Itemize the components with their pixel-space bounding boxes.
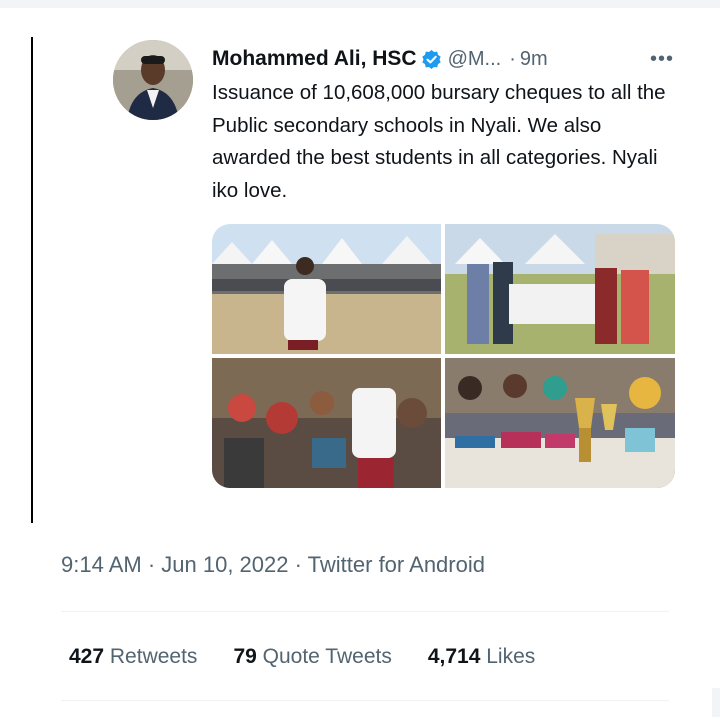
tweet-metadata: 9:14 AM · Jun 10, 2022 · Twitter for And… <box>61 552 485 578</box>
retweets-label: Retweets <box>109 645 198 668</box>
retweets-stat[interactable]: 427 Retweets <box>69 645 197 669</box>
tweet-text: Issuance of 10,608,000 bursary cheques t… <box>212 81 666 202</box>
tweet-header: Mohammed Ali, HSC @M... · 9m <box>212 44 548 74</box>
meta-separator: · <box>288 552 308 577</box>
header-separator: · <box>509 47 516 70</box>
author-name[interactable]: Mohammed Ali, HSC <box>212 47 417 71</box>
meta-separator: · <box>141 552 162 577</box>
likes-label: Likes <box>486 645 536 668</box>
avatar[interactable] <box>113 40 193 120</box>
tweet-date[interactable]: Jun 10, 2022 <box>161 552 288 577</box>
retweets-count: 427 <box>69 645 105 668</box>
quote-tweets-stat[interactable]: 79 Quote Tweets <box>233 645 391 669</box>
top-band <box>0 0 720 8</box>
tweet-media-grid[interactable] <box>212 224 675 488</box>
photo-2[interactable] <box>445 224 675 354</box>
tweet-timestamp[interactable]: 9:14 AM <box>61 552 142 577</box>
corner-band <box>712 688 720 717</box>
author-handle[interactable]: @M... <box>448 48 502 71</box>
photo-1[interactable] <box>212 224 441 354</box>
quote-tweets-count: 79 <box>233 645 257 668</box>
photo-4[interactable] <box>445 358 675 488</box>
tweet-source[interactable]: Twitter for Android <box>308 552 485 577</box>
thread-line <box>31 37 33 523</box>
more-options-icon[interactable]: ••• <box>650 48 674 71</box>
divider <box>61 611 669 612</box>
tweet-time-ago[interactable]: 9m <box>520 48 548 71</box>
likes-count: 4,714 <box>427 645 481 668</box>
verified-badge-icon <box>421 49 442 70</box>
divider <box>61 700 669 701</box>
engagement-stats: 427 Retweets 79 Quote Tweets 4,714 Likes <box>69 645 571 669</box>
photo-3[interactable] <box>212 358 441 488</box>
quote-tweets-label: Quote Tweets <box>262 645 392 668</box>
likes-stat[interactable]: 4,714 Likes <box>428 645 535 669</box>
